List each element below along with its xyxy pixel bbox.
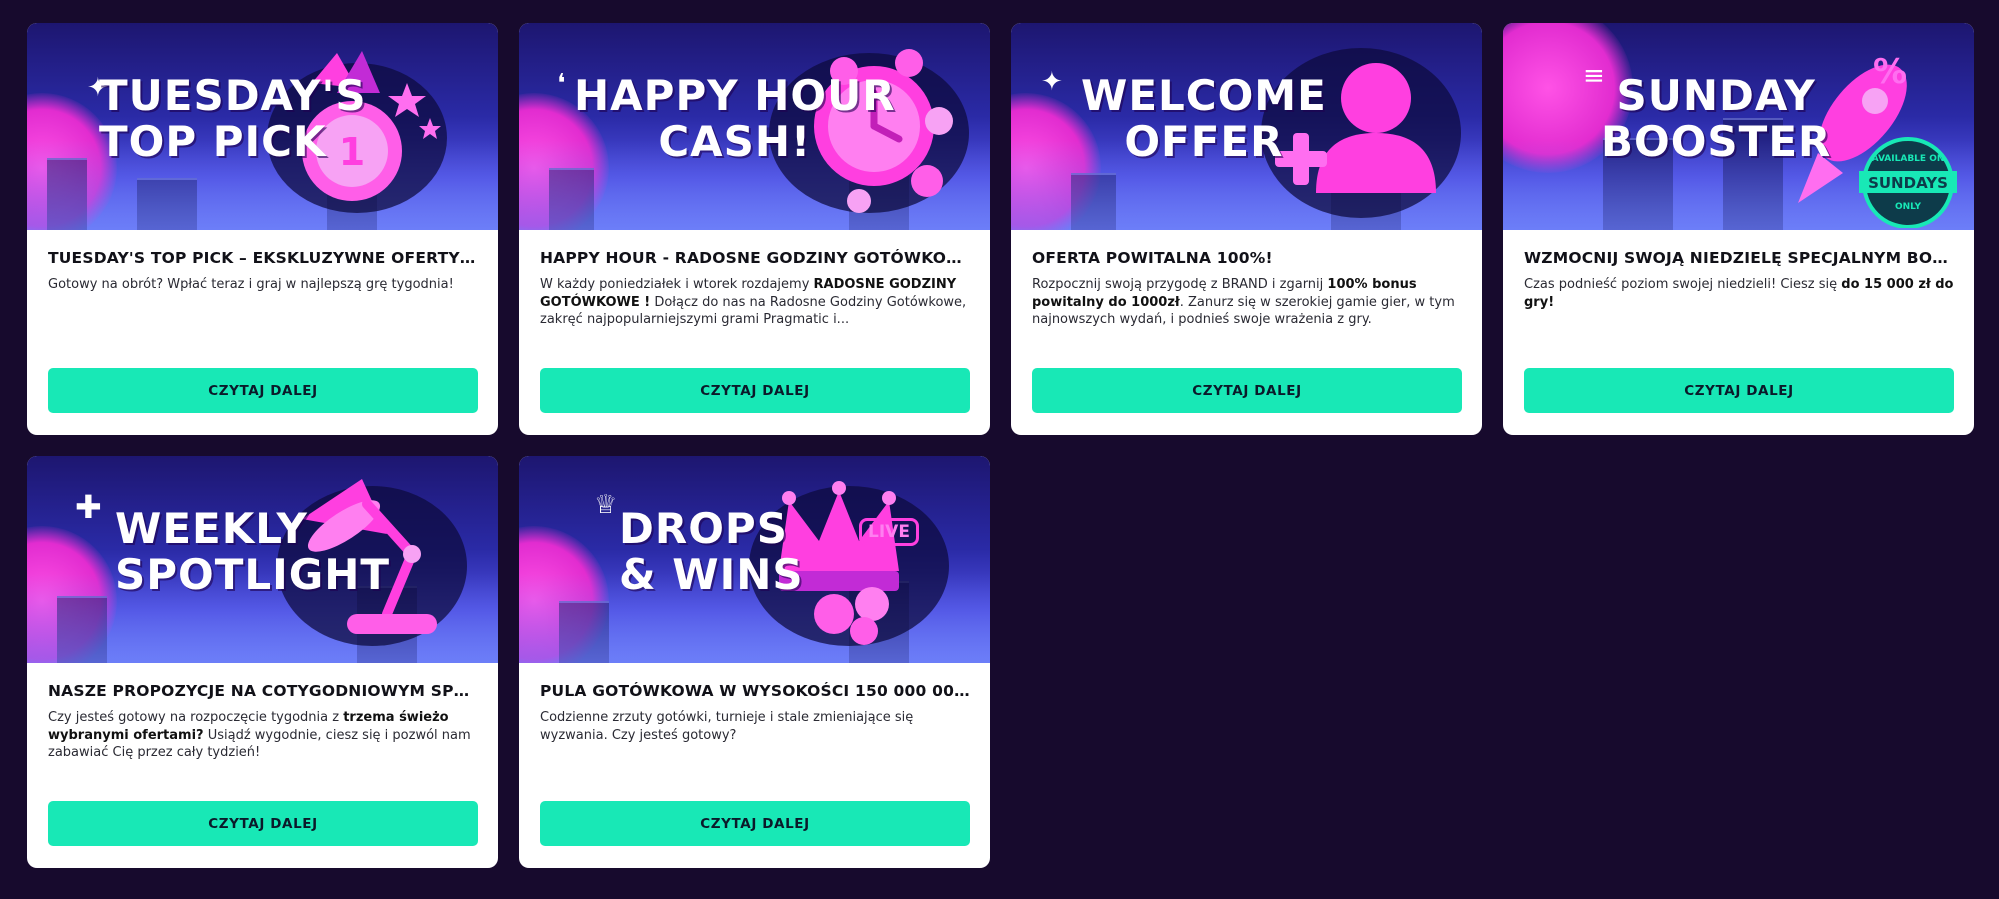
card-description: Gotowy na obrót? Wpłać teraz i graj w na…	[48, 276, 478, 294]
card-description: Rozpocznij swoją przygodę z BRAND i zgar…	[1032, 276, 1462, 329]
banner-title: DROPS & WINS	[619, 504, 804, 599]
promo-card-drops-wins: LIVE ♕ DROPS & WINS PULA GOTÓWKOWA W WYS…	[519, 456, 990, 868]
badge-bottom-text: ONLY	[1895, 202, 1922, 212]
card-body: TUESDAY'S TOP PICK – EKSKLUZYWNE OFERTY …	[27, 230, 498, 435]
sundays-only-badge: AVAILABLE ON SUNDAYS ONLY	[1859, 137, 1957, 228]
card-description: Czas podnieść poziom swojej niedzieli! C…	[1524, 276, 1954, 311]
read-more-button[interactable]: CZYTAJ DALEJ	[1032, 368, 1462, 413]
promo-card-tuesday-top-pick: 1 ✦ TUESDAY'S TOP PICK TUESDAY'S TOP PIC…	[27, 23, 498, 435]
live-badge: LIVE	[859, 518, 919, 546]
promo-card-happy-hour: ❛ HAPPY HOUR CASH! HAPPY HOUR - RADOSNE …	[519, 23, 990, 435]
description-text: Codzienne zrzuty gotówki, turnieje i sta…	[540, 710, 914, 743]
card-body: OFERTA POWITALNA 100%! Rozpocznij swoją …	[1011, 230, 1482, 435]
promo-banner: LIVE ♕ DROPS & WINS	[519, 456, 990, 663]
banner-title: TUESDAY'S TOP PICK	[99, 71, 367, 166]
promo-banner: ✦ WELCOME OFFER	[1011, 23, 1482, 230]
sparkle-icon: ✚	[75, 488, 102, 526]
banner-title: WEEKLY SPOTLIGHT	[115, 504, 391, 599]
banner-title: HAPPY HOUR CASH!	[574, 71, 896, 166]
promo-card-welcome-offer: ✦ WELCOME OFFER OFERTA POWITALNA 100%! R…	[1011, 23, 1482, 435]
card-title: PULA GOTÓWKOWA W WYSOKOŚCI 150 000 000 Z…	[540, 682, 970, 700]
card-description: W każdy poniedziałek i wtorek rozdajemy …	[540, 276, 970, 329]
sparkle-icon: ♕	[594, 490, 618, 520]
badge-main-text: SUNDAYS	[1868, 174, 1948, 192]
promo-banner: 1 ✦ TUESDAY'S TOP PICK	[27, 23, 498, 230]
read-more-button[interactable]: CZYTAJ DALEJ	[1524, 368, 1954, 413]
promo-banner: % AVAILABLE ON SUNDAYS ONLY ≡ SUNDAY BOO…	[1503, 23, 1974, 230]
read-more-button[interactable]: CZYTAJ DALEJ	[48, 801, 478, 846]
description-text: Rozpocznij swoją przygodę z BRAND i zgar…	[1032, 277, 1328, 292]
card-title: HAPPY HOUR - RADOSNE GODZINY GOTÓWKOWE	[540, 249, 970, 267]
promo-banner: ✚ WEEKLY SPOTLIGHT	[27, 456, 498, 663]
card-title: NASZE PROPOZYCJE NA COTYGODNIOWYM SPOTLI…	[48, 682, 478, 700]
description-text: Gotowy na obrót? Wpłać teraz i graj w na…	[48, 277, 454, 292]
card-body: HAPPY HOUR - RADOSNE GODZINY GOTÓWKOWE W…	[519, 230, 990, 435]
read-more-button[interactable]: CZYTAJ DALEJ	[540, 801, 970, 846]
read-more-button[interactable]: CZYTAJ DALEJ	[48, 368, 478, 413]
card-title: WZMOCNIJ SWOJĄ NIEDZIELĘ SPECJALNYM BONU…	[1524, 249, 1954, 267]
card-description: Czy jesteś gotowy na rozpoczęcie tygodni…	[48, 709, 478, 762]
card-body: PULA GOTÓWKOWA W WYSOKOŚCI 150 000 000 Z…	[519, 663, 990, 868]
card-body: WZMOCNIJ SWOJĄ NIEDZIELĘ SPECJALNYM BONU…	[1503, 230, 1974, 435]
read-more-button[interactable]: CZYTAJ DALEJ	[540, 368, 970, 413]
description-text: Czy jesteś gotowy na rozpoczęcie tygodni…	[48, 710, 344, 725]
promotions-grid: 1 ✦ TUESDAY'S TOP PICK TUESDAY'S TOP PIC…	[27, 23, 1974, 868]
description-text: Czas podnieść poziom swojej niedzieli! C…	[1524, 277, 1842, 292]
promo-card-sunday-booster: % AVAILABLE ON SUNDAYS ONLY ≡ SUNDAY BOO…	[1503, 23, 1974, 435]
svg-text:%: %	[1873, 52, 1907, 92]
description-text: W każdy poniedziałek i wtorek rozdajemy	[540, 277, 814, 292]
promo-card-weekly-spotlight: ✚ WEEKLY SPOTLIGHT NASZE PROPOZYCJE NA C…	[27, 456, 498, 868]
sparkle-icon: ✦	[1041, 67, 1063, 97]
card-title: TUESDAY'S TOP PICK – EKSKLUZYWNE OFERTY …	[48, 249, 478, 267]
sparkle-icon: ❛	[557, 69, 566, 99]
badge-top-text: AVAILABLE ON	[1872, 154, 1945, 164]
promo-banner: ❛ HAPPY HOUR CASH!	[519, 23, 990, 230]
card-description: Codzienne zrzuty gotówki, turnieje i sta…	[540, 709, 970, 744]
card-body: NASZE PROPOZYCJE NA COTYGODNIOWYM SPOTLI…	[27, 663, 498, 868]
banner-title: WELCOME OFFER	[1081, 71, 1327, 166]
card-title: OFERTA POWITALNA 100%!	[1032, 249, 1273, 267]
banner-title: SUNDAY BOOSTER	[1601, 71, 1832, 166]
